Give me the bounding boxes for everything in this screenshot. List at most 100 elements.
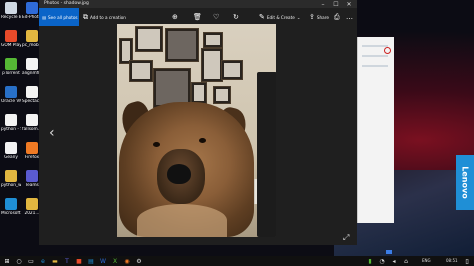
picture-frame: [129, 60, 153, 82]
excel-icon[interactable]: X: [110, 257, 120, 265]
office-icon[interactable]: ■: [74, 257, 84, 265]
picture-frame: [165, 28, 199, 62]
add-creation-icon: ⧉: [83, 12, 88, 21]
favourite-icon: ♡: [213, 13, 220, 21]
app-icon: [26, 114, 38, 126]
app-icon: [5, 30, 17, 42]
app-icon: [5, 114, 17, 126]
more-button[interactable]: …: [346, 12, 353, 22]
window-row: [362, 65, 388, 67]
desktop-icon-label: Microsoft Edge: [1, 211, 21, 216]
edit-icon: ✎: [259, 13, 265, 21]
desktop-icon[interactable]: Oracle VM VirtualBox: [1, 86, 21, 104]
desktop-icon-label: python - Shortcut: [1, 127, 21, 132]
desktop-icon-label: Oracle VM VirtualBox: [1, 99, 21, 104]
lenovo-logo: Lenovo: [456, 155, 474, 210]
dog-photo: [117, 24, 276, 237]
file-explorer-icon[interactable]: ▬: [50, 257, 60, 265]
rotate-button[interactable]: ↻: [233, 12, 239, 22]
desktop-icon[interactable]: pTorrent: [1, 58, 21, 76]
window-row: [362, 45, 388, 47]
picture-frame: [135, 26, 163, 52]
language-indicator[interactable]: ENG: [422, 258, 431, 263]
app-icon: [26, 86, 38, 98]
delete-icon: 🗑: [193, 13, 202, 21]
teams-icon[interactable]: T: [62, 257, 72, 265]
see-all-photos-button[interactable]: ▤ See all photos: [39, 8, 79, 26]
picture-frame: [213, 86, 231, 104]
window-title: Photos - shadow.jpg: [44, 1, 89, 6]
desktop-icon[interactable]: python_work: [1, 170, 21, 188]
edit-create-button[interactable]: ✎ Edit & Create ⌄: [259, 12, 300, 22]
dog-nose: [167, 164, 191, 184]
previous-photo-arrow[interactable]: ‹: [49, 125, 55, 141]
taskbar: ⊞ ○ ▭ e ▬ T ■ ▤ W X ◉ ⚙ ▮ ◔ ◂ ⌂ ENG 08:5…: [0, 256, 474, 266]
dog-chest: [137, 204, 227, 237]
share-label: Share: [316, 14, 329, 20]
network-icon[interactable]: ◔: [377, 257, 387, 265]
task-view-icon[interactable]: ▭: [26, 257, 36, 265]
window-row: [362, 55, 388, 57]
share-button[interactable]: ⇪ Share: [309, 12, 329, 22]
app-icon: [26, 198, 38, 210]
zoom-button[interactable]: ⊕: [172, 12, 178, 22]
search-icon[interactable]: ○: [14, 257, 24, 265]
word-icon[interactable]: W: [98, 257, 108, 265]
photos-icon: ▤: [42, 14, 46, 20]
settings-icon[interactable]: ⚙: [134, 257, 144, 265]
print-button[interactable]: ⎙: [334, 12, 340, 22]
zoom-icon: ⊕: [172, 13, 178, 21]
app-icon: [26, 170, 38, 182]
picture-frame: [203, 32, 223, 48]
desktop-icon[interactable]: Microsoft Edge: [1, 198, 21, 216]
minimize-icon[interactable]: –: [317, 0, 329, 8]
app-icon: [5, 86, 17, 98]
print-icon: ⎙: [334, 12, 340, 21]
camera-tripod: [257, 72, 276, 237]
more-icon: …: [346, 13, 353, 21]
desktop-icon[interactable]: GOM Player: [1, 30, 21, 48]
add-to-creation-label: Add to a creation: [90, 14, 126, 20]
edit-create-label: Edit & Create: [266, 14, 295, 20]
firefox-icon[interactable]: ◉: [122, 257, 132, 265]
desktop-icon-label: python_work: [1, 183, 21, 188]
background-window[interactable]: [357, 37, 394, 254]
dog-eye: [199, 138, 206, 143]
picture-frame: [221, 60, 243, 80]
clock[interactable]: 08:51: [446, 258, 458, 263]
battery-icon[interactable]: ▮: [365, 257, 375, 265]
app-icon: [5, 198, 17, 210]
close-icon[interactable]: ✕: [343, 0, 355, 8]
app-icon: [26, 142, 38, 154]
map-pin-icon: [384, 47, 391, 54]
action-center-icon[interactable]: ▯: [462, 257, 472, 265]
volume-icon[interactable]: ◂: [389, 257, 399, 265]
app-icon: [5, 58, 17, 70]
desktop-icon[interactable]: python - Shortcut: [1, 114, 21, 132]
picture-frame: [191, 82, 207, 104]
desktop-icon-label: Geany: [4, 155, 18, 160]
desktop-icon[interactable]: Recycle Bin: [1, 2, 21, 20]
chevron-down-icon: ⌄: [296, 14, 301, 20]
see-all-photos-label: See all photos: [47, 14, 78, 20]
add-to-creation-button[interactable]: ⧉ Add to a creation: [83, 12, 126, 22]
desktop-icon-label: GOM Player: [1, 43, 21, 48]
picture-frame: [201, 48, 223, 82]
favourite-button[interactable]: ♡: [213, 12, 219, 22]
window-accent: [386, 250, 392, 254]
photos-taskbar-icon[interactable]: ▤: [86, 257, 96, 265]
edge-icon[interactable]: e: [38, 257, 48, 265]
expand-icon[interactable]: ⤢: [343, 233, 349, 243]
desktop-icon-label: pTorrent: [2, 71, 20, 76]
app-icon: [5, 170, 17, 182]
notification-icon[interactable]: ⌂: [401, 257, 411, 265]
app-icon: [26, 30, 38, 42]
app-icon: [5, 2, 17, 14]
start-icon[interactable]: ⊞: [2, 257, 12, 265]
dog-eye: [153, 142, 160, 147]
desktop-icon[interactable]: Geany: [1, 142, 21, 160]
app-icon: [5, 142, 17, 154]
share-icon: ⇪: [309, 13, 315, 21]
maximize-icon[interactable]: ☐: [330, 0, 342, 8]
delete-button[interactable]: 🗑: [193, 12, 202, 22]
